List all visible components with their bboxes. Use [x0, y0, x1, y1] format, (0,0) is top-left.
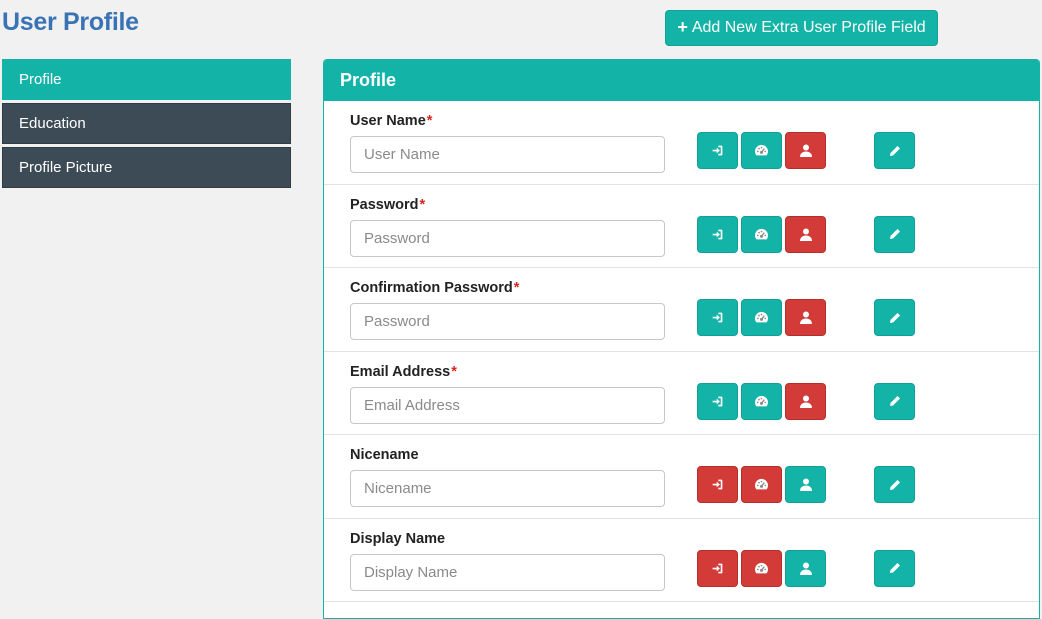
visibility-button-group — [697, 132, 826, 169]
panel-title: Profile — [340, 70, 397, 90]
dashboard-visibility-button[interactable] — [741, 382, 782, 420]
pencil-icon — [889, 229, 900, 239]
sidebar-item-education[interactable]: Education — [2, 103, 291, 144]
dashboard-icon — [755, 228, 768, 239]
dashboard-icon — [755, 562, 768, 573]
field-row: User Name* — [324, 101, 1039, 185]
dashboard-visibility-button[interactable] — [741, 299, 782, 336]
sign-in-icon — [712, 396, 723, 406]
required-marker: * — [419, 196, 426, 213]
profile-visibility-button[interactable] — [785, 382, 826, 420]
dashboard-visibility-button[interactable] — [741, 132, 782, 169]
profile-visibility-button[interactable] — [785, 132, 826, 169]
register-visibility-button[interactable] — [697, 549, 738, 587]
dashboard-icon — [755, 478, 768, 490]
field-label: Email Address* — [350, 364, 457, 380]
profile-visibility-button[interactable] — [785, 549, 826, 587]
field-label: User Name* — [350, 113, 432, 129]
field-row: Password* — [324, 185, 1039, 268]
field-row: Confirmation Password* — [324, 268, 1039, 352]
required-marker: * — [513, 280, 520, 296]
field-label-text: User Name — [350, 113, 426, 129]
sign-in-icon — [712, 479, 723, 490]
pencil-icon — [889, 396, 900, 406]
visibility-button-group — [697, 549, 826, 587]
sign-in-icon — [712, 145, 723, 156]
field-list: User Name* Password* — [324, 101, 1039, 602]
sidebar-item-profile-picture[interactable]: Profile Picture — [2, 147, 291, 188]
edit-field-button[interactable] — [874, 215, 915, 253]
required-marker: * — [426, 113, 433, 129]
field-input[interactable] — [350, 136, 665, 173]
field-label: Display Name — [350, 531, 446, 547]
register-visibility-button[interactable] — [697, 466, 738, 503]
field-row: Nicename — [324, 435, 1039, 519]
register-visibility-button[interactable] — [697, 215, 738, 253]
visibility-button-group — [697, 466, 826, 503]
register-visibility-button[interactable] — [697, 299, 738, 336]
pencil-icon — [889, 312, 900, 323]
field-label: Confirmation Password* — [350, 280, 519, 296]
required-marker: * — [451, 363, 457, 380]
edit-field-button[interactable] — [874, 299, 915, 336]
add-extra-field-label: Add New Extra User Profile Field — [691, 19, 926, 36]
pencil-icon — [889, 145, 900, 156]
profile-visibility-button[interactable] — [785, 466, 826, 503]
panel-header: Profile — [324, 60, 1039, 101]
field-label: Nicename — [350, 447, 420, 463]
register-visibility-button[interactable] — [697, 382, 738, 420]
field-label-text: Display Name — [350, 530, 446, 547]
page-title: User Profile — [2, 8, 139, 36]
edit-field-button[interactable] — [874, 382, 915, 420]
sign-in-icon — [712, 312, 723, 323]
plus-icon: + — [677, 17, 688, 37]
edit-field-button[interactable] — [874, 549, 915, 587]
sidebar-item-label: Profile Picture — [19, 159, 113, 176]
field-label-text: Nicename — [350, 447, 419, 463]
user-icon — [799, 478, 812, 491]
field-row: Email Address* — [324, 352, 1039, 435]
pencil-icon — [889, 563, 900, 573]
sign-in-icon — [712, 563, 723, 573]
visibility-button-group — [697, 382, 826, 420]
field-input[interactable] — [350, 470, 665, 507]
dashboard-icon — [755, 311, 768, 323]
profile-panel: Profile User Name* Password* — [323, 59, 1040, 619]
field-label-text: Email Address — [350, 363, 451, 380]
user-icon — [799, 144, 812, 157]
profile-visibility-button[interactable] — [785, 215, 826, 253]
dashboard-icon — [755, 144, 768, 156]
user-icon — [799, 311, 812, 324]
edit-field-button[interactable] — [874, 466, 915, 503]
register-visibility-button[interactable] — [697, 132, 738, 169]
sidebar-item-label: Education — [19, 115, 86, 132]
user-icon — [799, 395, 812, 408]
sidebar: Profile Education Profile Picture — [2, 59, 291, 191]
user-icon — [799, 562, 812, 575]
sidebar-item-profile[interactable]: Profile — [2, 59, 291, 100]
dashboard-icon — [755, 395, 768, 406]
field-input[interactable] — [350, 219, 665, 257]
visibility-button-group — [697, 215, 826, 253]
sidebar-item-label: Profile — [19, 71, 62, 88]
field-label-text: Password — [350, 196, 419, 213]
field-label-text: Confirmation Password — [350, 280, 513, 296]
dashboard-visibility-button[interactable] — [741, 549, 782, 587]
field-input[interactable] — [350, 386, 665, 424]
visibility-button-group — [697, 299, 826, 336]
field-input[interactable] — [350, 303, 665, 340]
pencil-icon — [889, 479, 900, 490]
sign-in-icon — [712, 229, 723, 239]
add-extra-field-button[interactable]: + Add New Extra User Profile Field — [665, 10, 938, 46]
field-row: Display Name — [324, 519, 1039, 602]
edit-field-button[interactable] — [874, 132, 915, 169]
field-input[interactable] — [350, 553, 665, 591]
profile-visibility-button[interactable] — [785, 299, 826, 336]
dashboard-visibility-button[interactable] — [741, 215, 782, 253]
dashboard-visibility-button[interactable] — [741, 466, 782, 503]
field-label: Password* — [350, 197, 425, 213]
user-icon — [799, 228, 812, 241]
